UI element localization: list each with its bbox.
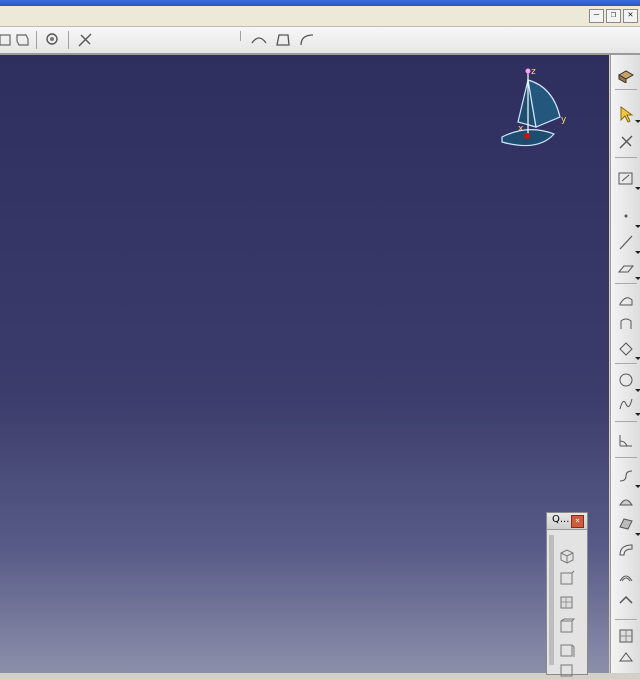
- dropdown-arrow-icon[interactable]: [635, 533, 640, 536]
- corner-icon[interactable]: [617, 431, 635, 449]
- compass-z-label: z: [531, 67, 536, 77]
- multi-section-icon[interactable]: [617, 515, 635, 533]
- offset-icon[interactable]: [617, 567, 635, 585]
- quick-view-close-button[interactable]: ×: [571, 515, 584, 528]
- plane-icon[interactable]: [617, 259, 635, 277]
- select-arrow-icon[interactable]: [617, 105, 635, 123]
- toolbar-separator: [36, 31, 37, 49]
- quick-view-title: Q...: [552, 514, 570, 525]
- compass-y-label: y: [561, 115, 567, 125]
- blend-icon[interactable]: [298, 31, 316, 49]
- dropdown-arrow-icon[interactable]: [635, 389, 640, 392]
- dropdown-arrow-icon[interactable]: [635, 120, 640, 123]
- toolbar-separator: [615, 283, 637, 284]
- toolbar-separator: [615, 619, 637, 620]
- dropdown-arrow-icon[interactable]: [635, 251, 640, 254]
- part-icon[interactable]: [14, 31, 32, 49]
- iso-view-icon[interactable]: [558, 547, 576, 565]
- point-icon[interactable]: [617, 207, 635, 225]
- toolbar-separator: [615, 89, 637, 90]
- sweep-icon[interactable]: [617, 339, 635, 357]
- close-button[interactable]: ✕: [623, 9, 638, 23]
- toolbar-separator: [615, 157, 637, 158]
- menu-bar: – ❐ ✕: [0, 6, 640, 27]
- restore-button[interactable]: ❐: [606, 9, 621, 23]
- compass-icon[interactable]: z y x: [498, 62, 574, 152]
- circle-icon[interactable]: [617, 371, 635, 389]
- revolve-icon[interactable]: [617, 315, 635, 333]
- toolbar-separator: [615, 457, 637, 458]
- spline-icon[interactable]: [617, 395, 635, 413]
- connect-icon[interactable]: [617, 467, 635, 485]
- top-view-icon[interactable]: [558, 661, 576, 679]
- dropdown-arrow-icon[interactable]: [635, 225, 640, 228]
- top-toolbar: [0, 27, 640, 55]
- dropdown-arrow-icon[interactable]: [635, 277, 640, 280]
- sketch-plane-icon[interactable]: [617, 169, 635, 187]
- quick-view-title-bar[interactable]: Q... ×: [547, 513, 587, 530]
- line-icon[interactable]: [617, 233, 635, 251]
- dropdown-arrow-icon[interactable]: [635, 187, 640, 190]
- toolbar-separator: [615, 363, 637, 364]
- back-view-icon[interactable]: [558, 593, 576, 611]
- toolbar-separator: [68, 31, 69, 49]
- tools-icon[interactable]: [617, 133, 635, 151]
- extrude-icon[interactable]: [617, 291, 635, 309]
- window-controls: – ❐ ✕: [589, 9, 638, 23]
- toolbar-separator: [240, 31, 241, 41]
- minimize-button[interactable]: –: [589, 9, 604, 23]
- sweep-icon[interactable]: [250, 31, 268, 49]
- toolbar-separator: [615, 421, 637, 422]
- front-view-icon[interactable]: [558, 569, 576, 587]
- extract-icon[interactable]: [617, 649, 635, 667]
- dropdown-arrow-icon[interactable]: [635, 357, 640, 360]
- right-view-icon[interactable]: [558, 641, 576, 659]
- dropdown-arrow-icon[interactable]: [635, 413, 640, 416]
- gear-assembly-icon[interactable]: [44, 31, 62, 49]
- join-icon[interactable]: [617, 591, 635, 609]
- boundary-icon[interactable]: [617, 627, 635, 645]
- analysis-icon[interactable]: [76, 31, 94, 49]
- left-view-icon[interactable]: [558, 617, 576, 635]
- quick-view-scrollbar[interactable]: [549, 535, 554, 665]
- blend-icon[interactable]: [617, 541, 635, 559]
- quick-view-panel: Q... ×: [546, 512, 588, 677]
- dropdown-arrow-icon[interactable]: [635, 485, 640, 488]
- fill-icon[interactable]: [617, 493, 635, 511]
- sketch-icon[interactable]: [617, 65, 635, 83]
- right-toolbar: [610, 55, 640, 673]
- compass-x-label: x: [518, 124, 524, 134]
- surface-icon[interactable]: [274, 31, 292, 49]
